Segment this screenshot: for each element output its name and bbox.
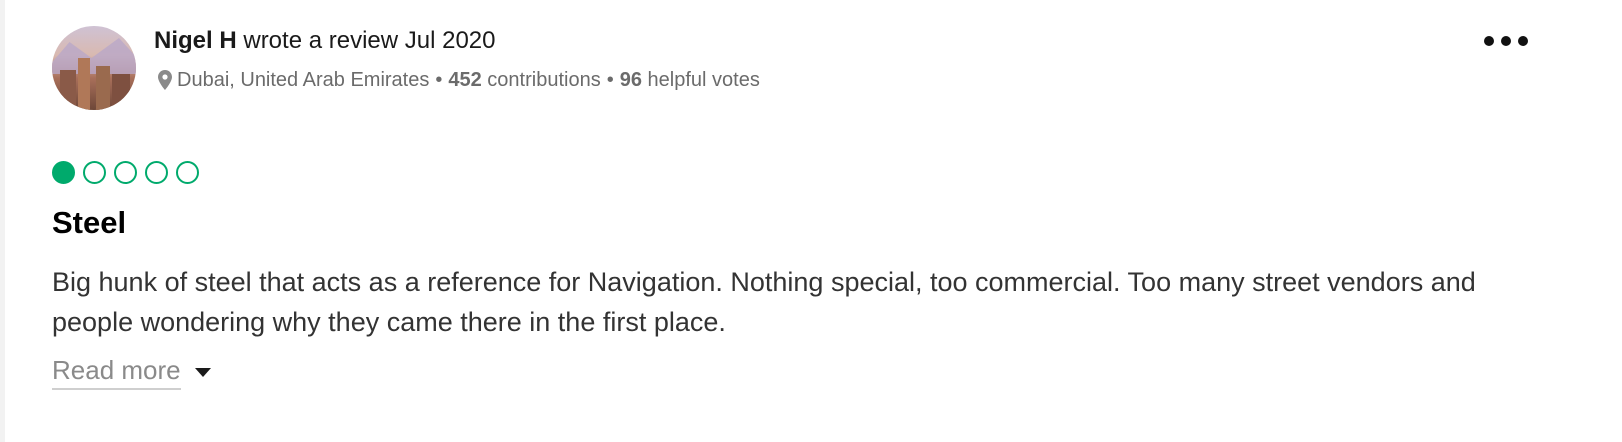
avatar-building <box>60 70 76 110</box>
left-border <box>0 0 5 442</box>
avatar[interactable] <box>52 26 136 110</box>
caret-down-icon <box>194 367 211 377</box>
rating-bubble-empty <box>114 161 137 184</box>
more-options-dot <box>1501 36 1511 46</box>
more-options-icon[interactable] <box>1484 30 1528 52</box>
more-options-dot <box>1484 36 1494 46</box>
contributions-count: 452 <box>448 69 482 91</box>
avatar-building <box>78 58 90 110</box>
meta-separator: • <box>606 69 614 91</box>
rating-bubble-empty <box>145 161 168 184</box>
map-pin-icon <box>158 70 172 90</box>
author-location: Dubai, United Arab Emirates <box>177 69 430 91</box>
bubble-rating <box>52 161 207 184</box>
review-title[interactable]: Steel <box>52 202 126 244</box>
helpful-votes-label: helpful votes <box>647 69 760 91</box>
read-more-label: Read more <box>52 352 181 390</box>
review-card: Nigel H wrote a review Jul 2020 Dubai, U… <box>52 0 1592 442</box>
avatar-mountains <box>52 38 136 74</box>
avatar-building <box>112 74 130 110</box>
author-name[interactable]: Nigel H <box>154 27 237 54</box>
rating-bubble-empty <box>176 161 199 184</box>
read-more-button[interactable]: Read more <box>52 352 211 390</box>
author-meta: Dubai, United Arab Emirates • 452 contri… <box>158 66 760 94</box>
helpful-votes-count: 96 <box>619 69 642 91</box>
contributions-label: contributions <box>487 69 601 91</box>
avatar-building <box>96 66 110 110</box>
review-action-text: wrote a review Jul 2020 <box>243 27 496 54</box>
meta-separator: • <box>435 69 443 91</box>
review-header: Nigel H wrote a review Jul 2020 <box>154 25 496 57</box>
more-options-dot <box>1518 36 1528 46</box>
rating-bubble-empty <box>83 161 106 184</box>
rating-bubble-filled <box>52 161 75 184</box>
review-body: Big hunk of steel that acts as a referen… <box>52 267 1476 337</box>
